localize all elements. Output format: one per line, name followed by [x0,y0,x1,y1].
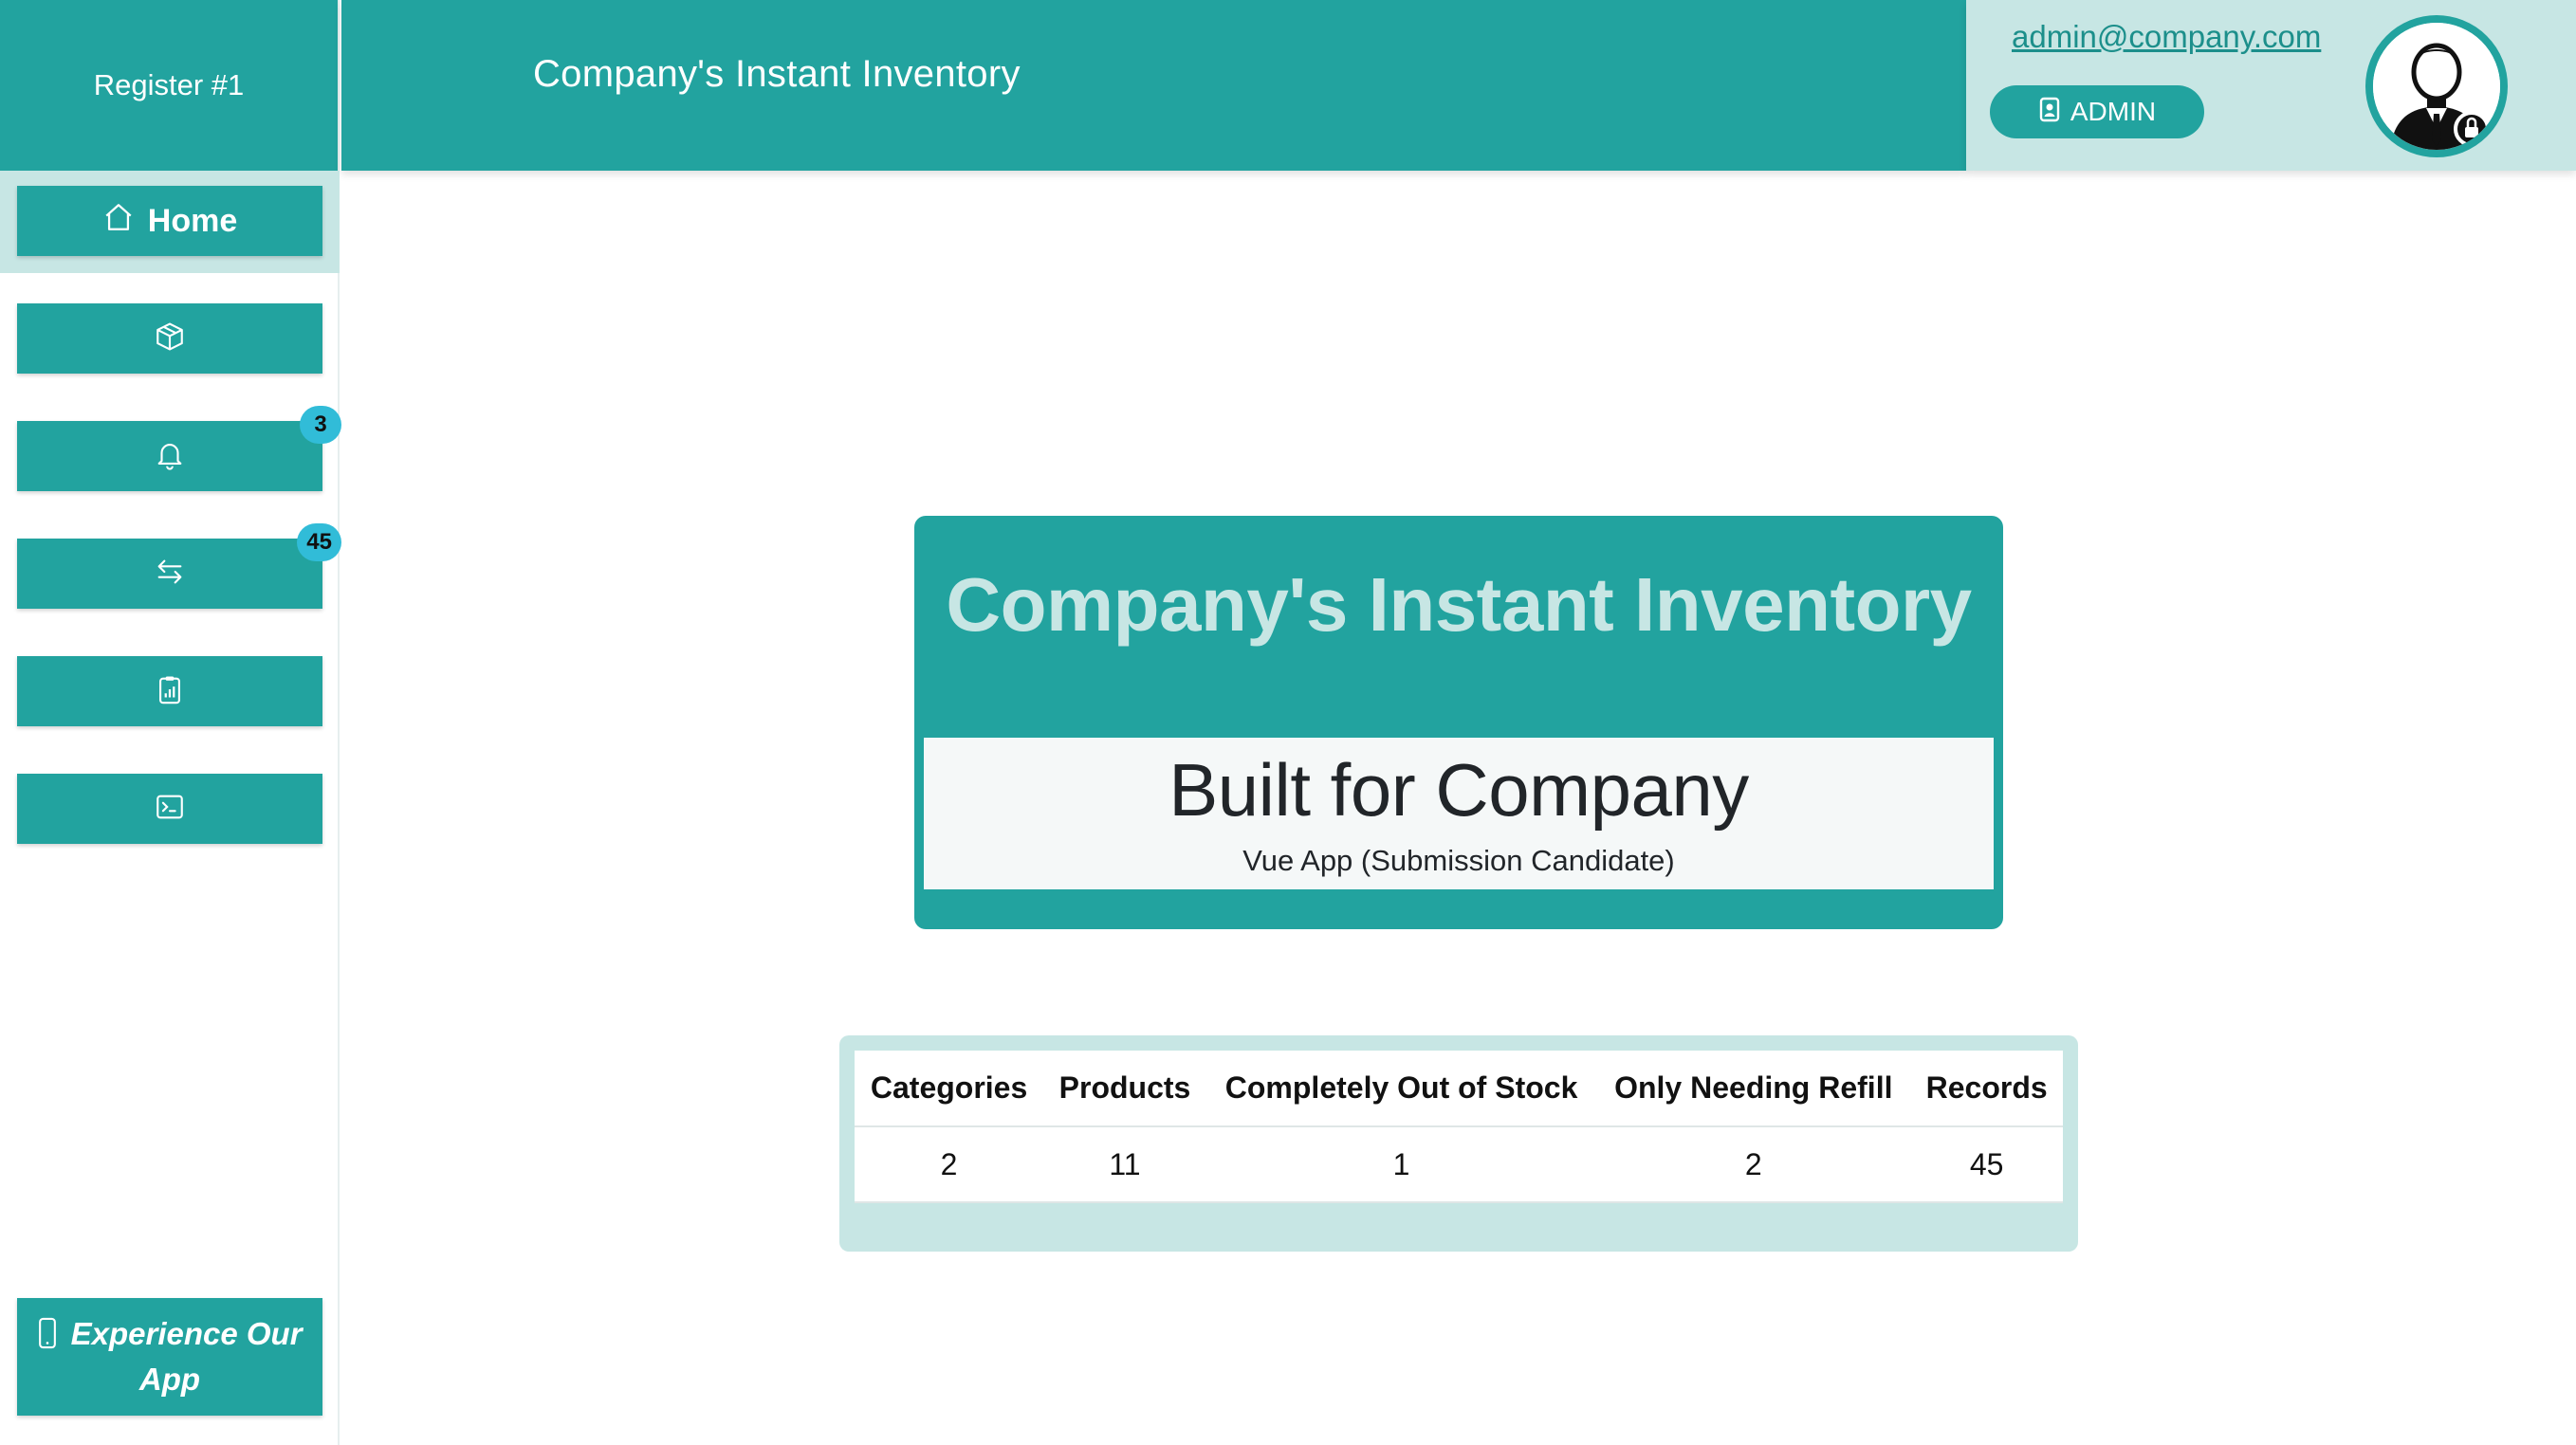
column-header-products: Products [1043,1051,1206,1127]
experience-app-label: Experience Our App [70,1316,303,1397]
column-header-categories: Categories [855,1051,1044,1127]
top-header-bar: Company's Instant Inventory [341,0,1966,171]
report-clipboard-icon [154,673,186,710]
column-header-needing-refill: Only Needing Refill [1596,1051,1911,1127]
experience-app-button[interactable]: Experience Our App [17,1298,322,1416]
table-header-row: Categories Products Completely Out of St… [855,1051,2063,1127]
hero-card: Company's Instant Inventory Built for Co… [914,516,2003,929]
hero-inner-panel: Built for Company Vue App (Submission Ca… [924,738,1994,889]
register-text: Register #1 [93,68,245,101]
user-email-link[interactable]: admin@company.com [2012,19,2321,55]
sidebar-item-products[interactable] [17,303,322,374]
records-count-badge: 45 [297,523,341,561]
user-avatar-icon [2373,23,2500,150]
sidebar-item-reports[interactable] [17,656,322,726]
hero-title: Company's Instant Inventory [946,562,1972,647]
sidebar-item-label: Home [147,202,238,239]
column-header-out-of-stock: Completely Out of Stock [1205,1051,1597,1127]
cell-categories: 2 [855,1126,1044,1203]
stats-panel: Categories Products Completely Out of St… [839,1035,2078,1252]
mobile-phone-icon [37,1316,70,1351]
cell-products: 11 [1043,1126,1206,1203]
cell-out-of-stock: 1 [1205,1126,1597,1203]
role-label: ADMIN [2070,97,2157,126]
sidebar-item-notifications[interactable]: 3 [17,406,341,491]
avatar[interactable] [2365,15,2508,157]
id-badge-icon [2038,96,2061,129]
table-row: 2 11 1 2 45 [855,1126,2063,1203]
box-icon [154,320,186,357]
column-header-records: Records [1910,1051,2063,1127]
sidebar: Home 3 45 Experience Our App [0,171,341,1445]
app-title: Company's Instant Inventory [533,53,1021,95]
sidebar-item-records[interactable]: 45 [17,523,341,609]
bell-icon [154,438,186,475]
hero-subtitle: Built for Company [1168,748,1749,832]
cell-records: 45 [1910,1126,2063,1203]
stats-table: Categories Products Completely Out of St… [855,1051,2063,1203]
transfer-arrows-icon [154,556,186,593]
sidebar-item-console[interactable] [17,774,322,844]
terminal-icon [154,791,186,828]
user-panel: admin@company.com ADMIN [1966,0,2576,171]
role-badge[interactable]: ADMIN [1990,85,2204,138]
sidebar-home-highlight: Home [0,171,340,273]
home-icon [102,201,135,242]
cell-needing-refill: 2 [1596,1126,1911,1203]
hero-note: Vue App (Submission Candidate) [1242,844,1675,877]
sidebar-item-home[interactable]: Home [17,186,322,256]
register-label: Register #1 [0,0,340,171]
notification-count-badge: 3 [300,406,341,444]
